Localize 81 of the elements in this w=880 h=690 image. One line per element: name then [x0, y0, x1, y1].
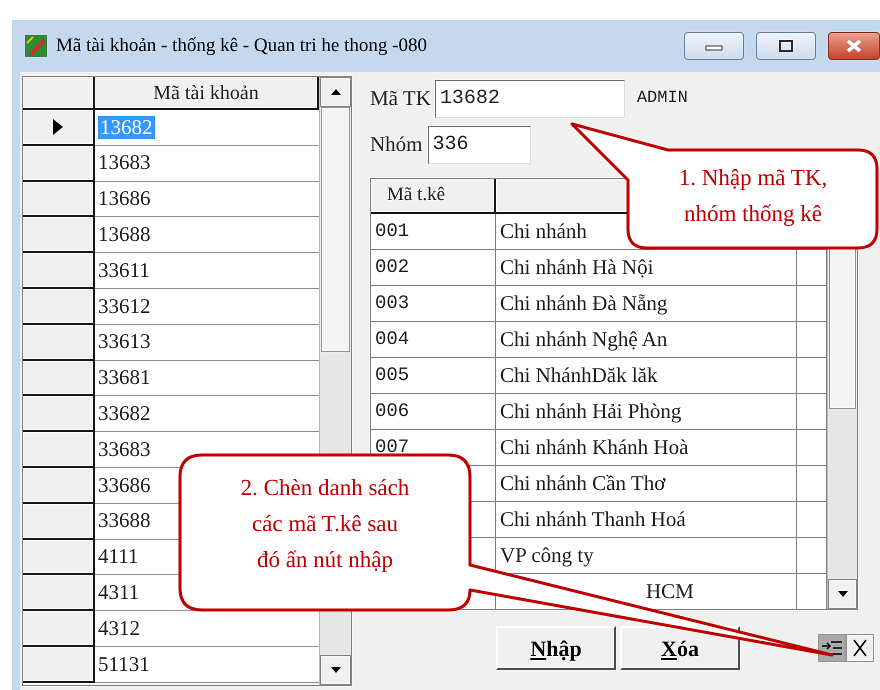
window-title: Mã tài khoản - thống kê - Quan tri he thong -080	[56, 34, 427, 58]
table-cell[interactable]: 13688	[95, 217, 319, 254]
account-field[interactable]: 13682	[434, 80, 625, 118]
scroll-up-button[interactable]	[320, 77, 351, 107]
table-cell[interactable]: 33613	[95, 324, 319, 361]
table-cell[interactable]: Chi nhánh Đà Nẵng	[496, 286, 797, 322]
row-header[interactable]	[23, 253, 95, 289]
up-arrow-icon	[330, 88, 342, 96]
row-header[interactable]	[23, 646, 95, 683]
table-cell[interactable]: 006	[371, 394, 496, 430]
delete-button[interactable]: Xóa	[620, 626, 740, 670]
table-cell[interactable]: 33612	[95, 288, 319, 325]
delete-row-button[interactable]	[846, 634, 874, 662]
down-arrow-icon	[330, 666, 342, 674]
table-cell[interactable]	[797, 430, 827, 466]
table-cell[interactable]: VP công ty	[496, 538, 797, 574]
table-cell[interactable]: Chi nhánh Khánh Hoà	[496, 430, 797, 466]
insert-row-button[interactable]	[818, 634, 846, 662]
row-header[interactable]	[23, 146, 95, 182]
table-cell[interactable]: 51131	[95, 646, 319, 683]
table-cell[interactable]: 33681	[95, 360, 319, 396]
table-cell[interactable]	[797, 538, 827, 574]
row-header[interactable]	[23, 468, 95, 504]
row-header[interactable]	[23, 217, 95, 254]
table-cell[interactable]: 002	[371, 250, 496, 286]
table-cell[interactable]	[797, 574, 827, 610]
header-cell	[23, 77, 95, 110]
scroll-thumb[interactable]	[321, 107, 350, 352]
scroll-down-button[interactable]	[828, 579, 857, 609]
row-header[interactable]	[23, 324, 95, 361]
table-cell[interactable]: Chi nhánh Cần Thơ	[496, 466, 797, 502]
column-header: Mã t.kê	[371, 179, 496, 214]
table-cell[interactable]: 4312	[95, 611, 319, 647]
app-icon	[24, 34, 48, 58]
table-cell[interactable]	[797, 286, 827, 322]
table-cell[interactable]: 003	[371, 286, 496, 322]
row-header[interactable]	[23, 540, 95, 576]
close-icon	[845, 38, 863, 54]
table-cell[interactable]: 13686	[95, 182, 319, 218]
table-cell[interactable]: Chi nhánh Hải Phòng	[496, 394, 797, 430]
table-cell[interactable]: 33611	[95, 253, 319, 289]
table-cell[interactable]: 13683	[95, 146, 319, 182]
maximize-icon	[778, 39, 794, 53]
table-cell[interactable]	[797, 250, 827, 286]
row-header[interactable]	[23, 432, 95, 468]
row-header[interactable]	[23, 110, 95, 146]
table-cell[interactable]: 005	[371, 358, 496, 394]
table-cell[interactable]: Chi nhánh Nghệ An	[496, 322, 797, 358]
insert-row-icon	[821, 639, 843, 657]
callout-text: 2. Chèn danh sách các mã T.kê sau đó ấn nút nhập	[240, 474, 410, 574]
row-header[interactable]	[23, 396, 95, 432]
import-button[interactable]: Nhập	[496, 626, 616, 670]
field-label: Mã TK	[370, 85, 431, 112]
maximize-button[interactable]	[756, 32, 816, 60]
row-header[interactable]	[23, 182, 95, 218]
row-header[interactable]	[23, 288, 95, 325]
column-header: Mã tài khoản	[95, 77, 319, 110]
table-cell[interactable]: Chi nhánh Thanh Hoá	[496, 502, 797, 538]
table-cell[interactable]	[797, 358, 827, 394]
row-header[interactable]	[23, 611, 95, 647]
field-label: Nhóm	[370, 131, 422, 158]
table-cell[interactable]: Chi NhánhDăk lăk	[496, 358, 797, 394]
row-header[interactable]	[23, 504, 95, 540]
scroll-down-button[interactable]	[320, 655, 351, 685]
table-cell[interactable]: 001	[371, 214, 496, 250]
table-cell[interactable]	[797, 502, 827, 538]
table-cell[interactable]: 004	[371, 322, 496, 358]
down-arrow-icon	[836, 590, 848, 598]
callout-text: 1. Nhập mã TK, nhóm thống kê	[678, 164, 828, 228]
minimize-button[interactable]	[684, 32, 744, 60]
table-cell[interactable]: 33682	[95, 396, 319, 432]
group-field[interactable]: 336	[428, 126, 530, 164]
user-label: ADMIN	[636, 88, 688, 110]
row-header[interactable]	[23, 360, 95, 396]
table-cell[interactable]	[797, 466, 827, 502]
table-cell[interactable]: Chi nhánh Hà Nội	[496, 250, 797, 286]
row-header[interactable]	[23, 575, 95, 612]
cross-icon	[851, 638, 869, 658]
table-cell[interactable]	[797, 322, 827, 358]
close-button[interactable]	[828, 32, 880, 60]
table-cell[interactable]	[797, 394, 827, 430]
